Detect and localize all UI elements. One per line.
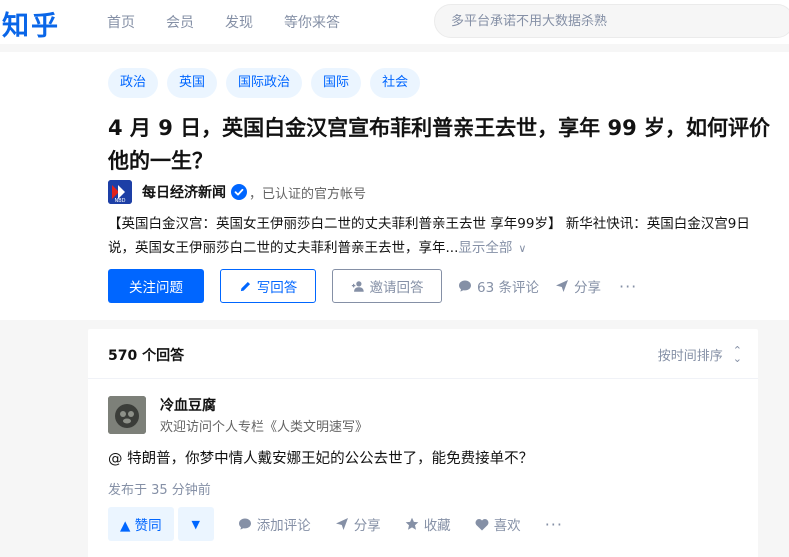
search-box[interactable] (434, 4, 789, 38)
avatar[interactable] (108, 396, 146, 434)
favorite-button[interactable]: 收藏 (405, 514, 451, 534)
question-excerpt: 【英国白金汉宫：英国女王伊丽莎白二世的丈夫菲利普亲王去世 享年99岁】 新华社快… (108, 212, 773, 261)
share-label: 分享 (573, 280, 601, 296)
sort-toggle[interactable]: 按时间排序 ⌃ ⌄ (657, 343, 742, 365)
share-button[interactable]: 分享 (555, 276, 601, 296)
comments-label: 63 条评论 (477, 280, 539, 296)
comment-icon (459, 280, 471, 292)
heart-icon (475, 518, 489, 530)
add-comment-button[interactable]: 添加评论 (238, 514, 311, 534)
nav-waiting-answers[interactable]: 等你来答 (284, 12, 340, 32)
add-comment-label: 添加评论 (256, 518, 311, 534)
topic-tag[interactable]: 政治 (108, 68, 159, 98)
nav-vip[interactable]: 会员 (166, 12, 194, 32)
like-button[interactable]: 喜欢 (475, 514, 521, 534)
svg-text:NBD: NBD (114, 198, 125, 204)
question-title: 4 月 9 日，英国白金汉宫宣布菲利普亲王去世，享年 99 岁，如何评价他的一生… (108, 116, 770, 173)
downvote-icon: ▼ (191, 517, 200, 531)
search-input[interactable] (451, 13, 771, 29)
topic-tags: 政治 英国 国际政治 国际 社会 (108, 68, 429, 98)
question-header: 政治 英国 国际政治 国际 社会 4 月 9 日，英国白金汉宫宣布菲利普亲王去世… (0, 52, 789, 320)
answers-card: 570 个回答 按时间排序 ⌃ ⌄ 冷血豆腐 欢迎访问个人专栏《人类文明速写》 @… (88, 329, 758, 557)
answer-actions: ▲ 赞同 ▼ 添加评论 分享 收藏 喜欢 ··· (108, 507, 563, 541)
answer-timestamp[interactable]: 发布于 35 分钟前 (108, 479, 211, 498)
zhihu-logo[interactable]: 知乎 (2, 4, 60, 43)
publisher-avatar[interactable]: NBD (108, 180, 132, 204)
topic-tag[interactable]: 国际政治 (226, 68, 303, 98)
write-answer-button[interactable]: 写回答 (220, 269, 316, 303)
share-icon (335, 518, 348, 530)
nbd-logo-icon: NBD (108, 180, 132, 204)
publisher-name[interactable]: 每日经济新闻 (142, 182, 226, 202)
upvote-button[interactable]: ▲ 赞同 (108, 507, 174, 541)
more-options-icon[interactable]: ··· (619, 277, 637, 296)
answer-share-button[interactable]: 分享 (335, 514, 381, 534)
add-user-icon (351, 280, 364, 292)
verified-label: ，已认证的官方帐号 (249, 186, 367, 202)
nav-home[interactable]: 首页 (107, 12, 135, 32)
star-icon (405, 517, 418, 530)
follow-question-button[interactable]: 关注问题 (108, 269, 204, 303)
answer-content[interactable]: @ 特朗普，你梦中情人戴安娜王妃的公公去世了，能免费接单不？ (108, 447, 533, 468)
verified-badge-icon (231, 184, 247, 200)
more-options-icon[interactable]: ··· (545, 515, 563, 534)
answer-author-bio: 欢迎访问个人专栏《人类文明速写》 (160, 420, 369, 435)
topic-tag[interactable]: 社会 (370, 68, 421, 98)
chevron-down-icon[interactable]: ∨ (518, 237, 526, 261)
question-publisher: NBD 每日经济新闻 ，已认证的官方帐号 (108, 180, 366, 204)
answers-header: 570 个回答 按时间排序 ⌃ ⌄ (88, 329, 758, 379)
excerpt-text: 【英国白金汉宫：英国女王伊丽莎白二世的丈夫菲利普亲王去世 享年99岁】 新华社快… (108, 216, 750, 256)
invite-answer-button[interactable]: 邀请回答 (332, 269, 442, 303)
sort-icon: ⌃ ⌄ (732, 343, 742, 365)
favorite-label: 收藏 (423, 518, 451, 534)
sort-label: 按时间排序 (657, 349, 723, 364)
topic-tag[interactable]: 英国 (167, 68, 218, 98)
show-all-link[interactable]: 显示全部 (458, 240, 512, 256)
answer-author-name[interactable]: 冷血豆腐 (160, 395, 216, 415)
write-answer-label: 写回答 (256, 280, 298, 296)
main-nav: 首页 会员 发现 等你来答 (107, 0, 371, 44)
topic-tag[interactable]: 国际 (311, 68, 362, 98)
avatar-image (108, 396, 146, 434)
comments-button[interactable]: 63 条评论 (458, 276, 539, 296)
downvote-button[interactable]: ▼ (177, 507, 214, 541)
pencil-icon (240, 281, 250, 291)
question-actions: 关注问题 写回答 邀请回答 63 条评论 分享 ··· (108, 269, 637, 303)
nav-discover[interactable]: 发现 (225, 12, 253, 32)
invite-answer-label: 邀请回答 (369, 280, 424, 296)
like-label: 喜欢 (493, 518, 521, 534)
top-navbar: 知乎 首页 会员 发现 等你来答 (0, 0, 789, 44)
answer-count: 570 个回答 (108, 348, 185, 364)
comment-icon (238, 518, 251, 530)
answer-share-label: 分享 (353, 518, 381, 534)
share-icon (555, 280, 568, 292)
